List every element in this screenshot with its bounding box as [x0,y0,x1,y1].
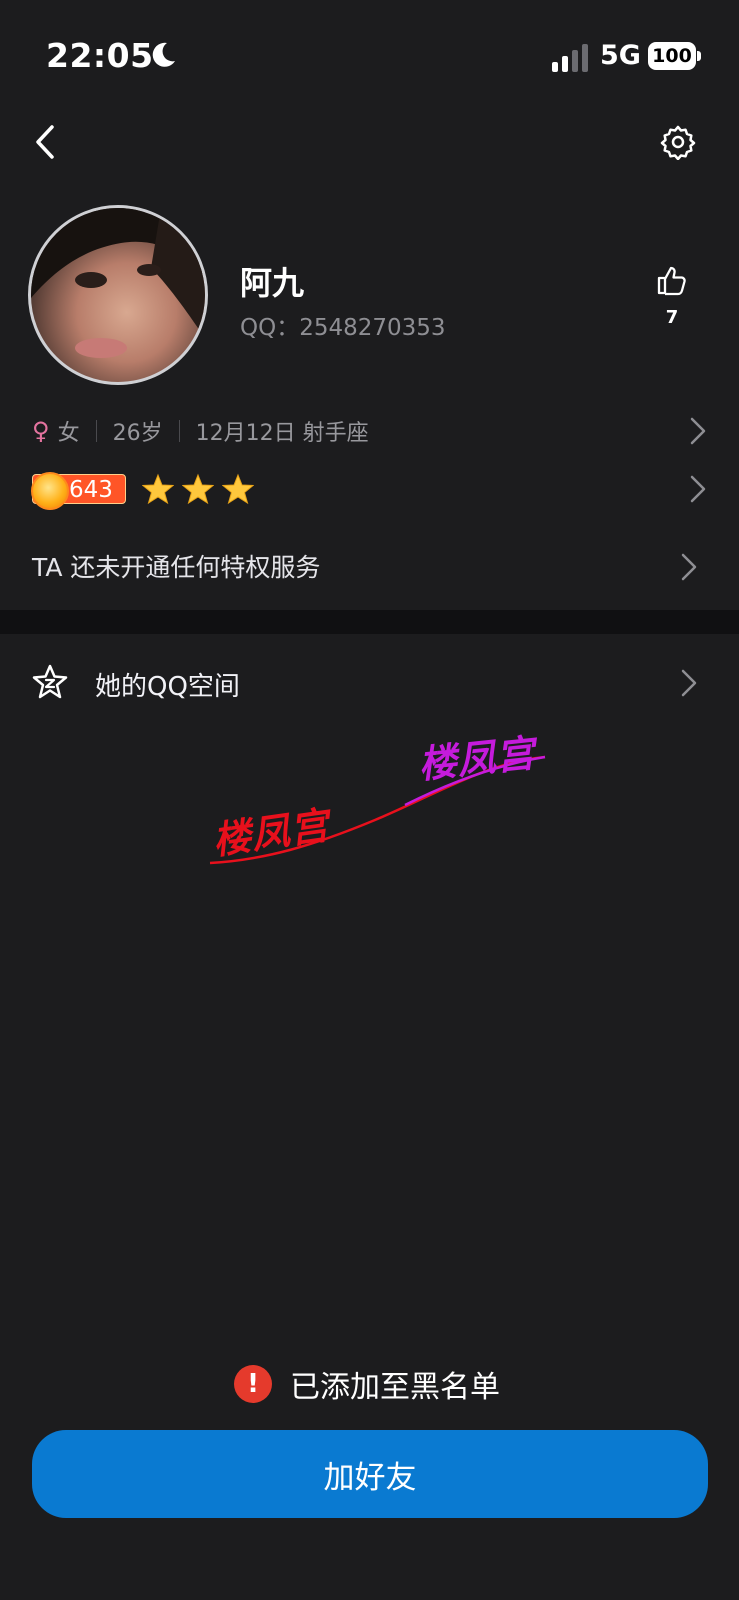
cellular-signal-icon [552,44,588,72]
birthday-text: 12月12日 射手座 [195,421,369,446]
chevron-right-icon [690,417,706,445]
avatar-photo [31,208,205,358]
chevron-right-icon[interactable] [680,552,698,582]
add-friend-button[interactable]: 加好友 [32,1430,708,1518]
settings-gear-icon[interactable] [660,124,696,160]
warning-icon: ! [234,1365,272,1403]
female-icon: ♀ [32,417,50,445]
star-icon [222,473,254,505]
status-time: 22:05 [46,36,154,75]
qzone-link[interactable]: 她的QQ空间 [95,666,240,703]
avatar[interactable] [28,205,208,385]
battery-level: 100 [648,42,696,70]
blacklist-text: 已添加至黑名单 [290,1370,500,1405]
back-arrow-icon[interactable] [30,122,64,162]
qq-number[interactable]: QQ：2548270353 [240,308,446,342]
age-text: 26岁 [112,421,163,446]
crown-icon [31,472,69,510]
like-count: 7 [665,307,679,328]
star-icon [182,473,214,505]
level-number: 643 [69,477,113,503]
chevron-right-icon [690,475,706,503]
qq-level-badge: 643 [31,472,126,510]
section-divider [0,610,739,634]
gender-text: 女 [57,421,80,446]
qzone-star-icon [32,664,68,699]
level-row[interactable]: 643 [31,470,707,510]
profile-name: 阿九 [240,264,305,302]
blacklist-notice: ! 已添加至黑名单 [234,1362,500,1406]
network-type: 5G [600,40,641,71]
thumbs-up-icon[interactable] [656,264,688,296]
privilege-status[interactable]: TA 还未开通任何特权服务 [32,548,320,584]
moon-icon [152,42,175,67]
basic-info-row[interactable]: ♀ 女 26岁 12月12日 射手座 [32,414,707,448]
chevron-right-icon[interactable] [680,668,698,698]
battery-icon: 100 [648,42,702,72]
star-icon [142,473,174,505]
